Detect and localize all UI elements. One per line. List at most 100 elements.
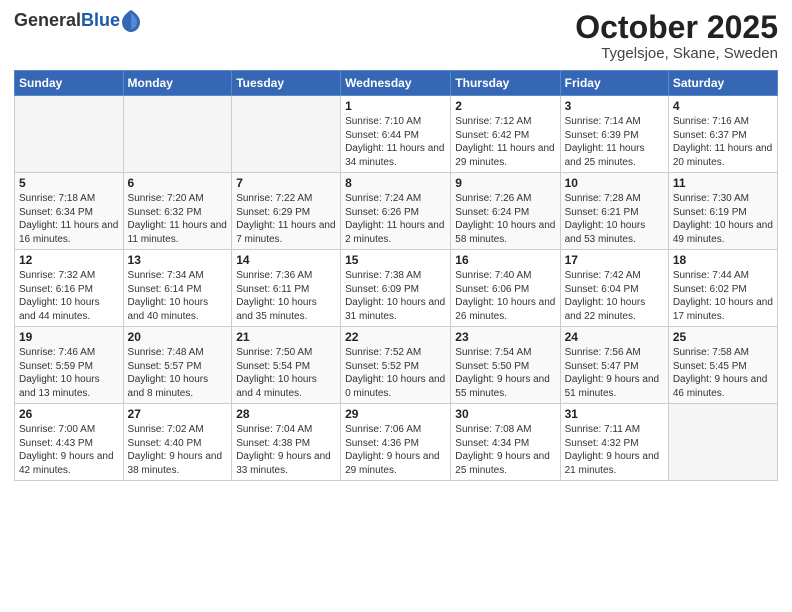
day-info: Sunrise: 7:04 AM Sunset: 4:38 PM Dayligh…: [236, 423, 336, 477]
table-row: 22Sunrise: 7:52 AM Sunset: 5:52 PM Dayli…: [341, 327, 451, 404]
calendar-table: Sunday Monday Tuesday Wednesday Thursday…: [14, 70, 778, 481]
day-info: Sunrise: 7:34 AM Sunset: 6:14 PM Dayligh…: [128, 269, 228, 323]
day-number: 12: [19, 253, 119, 267]
table-row: 7 Sunrise: 7:22 AM Sunset: 6:29 PM Daylig…: [232, 173, 341, 250]
day-number: 11: [673, 176, 773, 190]
day-info: Sunrise: 7:54 AM Sunset: 5:50 PM Dayligh…: [455, 346, 555, 400]
day-number: 31: [565, 407, 664, 421]
table-row: [15, 96, 124, 173]
day-number: 24: [565, 330, 664, 344]
col-tuesday: Tuesday: [232, 71, 341, 96]
day-info: Sunrise: 7:50 AM Sunset: 5:54 PM Dayligh…: [236, 346, 336, 400]
day-number: 26: [19, 407, 119, 421]
table-row: 2Sunrise: 7:12 AM Sunset: 6:42 PM Daylig…: [451, 96, 560, 173]
table-row: [668, 404, 777, 481]
day-number: 4: [673, 99, 773, 113]
day-info: Sunrise: 7:44 AM Sunset: 6:02 PM Dayligh…: [673, 269, 773, 323]
col-sunday: Sunday: [15, 71, 124, 96]
table-row: 12 Sunrise: 7:32 AM Sunset: 6:16 PM Dayli…: [15, 250, 124, 327]
day-number: 29: [345, 407, 446, 421]
day-number: 9: [455, 176, 555, 190]
table-row: 26 Sunrise: 7:00 AM Sunset: 4:43 PM Dayli…: [15, 404, 124, 481]
table-row: 29Sunrise: 7:06 AM Sunset: 4:36 PM Dayli…: [341, 404, 451, 481]
day-info: Sunrise: 7:00 AM Sunset: 4:43 PM Dayligh…: [19, 423, 119, 477]
calendar-week-row: 1 Sunrise: 7:10 AM Sunset: 6:44 PM Daylig…: [15, 96, 778, 173]
col-wednesday: Wednesday: [341, 71, 451, 96]
day-info: Sunrise: 7:32 AM Sunset: 6:16 PM Dayligh…: [19, 269, 119, 323]
title-block: October 2025 Tygelsjoe, Skane, Sweden: [575, 10, 778, 62]
day-info: Sunrise: 7:10 AM Sunset: 6:44 PM Dayligh…: [345, 115, 446, 169]
table-row: 20Sunrise: 7:48 AM Sunset: 5:57 PM Dayli…: [123, 327, 232, 404]
day-info: Sunrise: 7:40 AM Sunset: 6:06 PM Dayligh…: [455, 269, 555, 323]
table-row: 18 Sunrise: 7:44 AM Sunset: 6:02 PM Dayli…: [668, 250, 777, 327]
day-number: 5: [19, 176, 119, 190]
day-number: 27: [128, 407, 228, 421]
day-info: Sunrise: 7:11 AM Sunset: 4:32 PM Dayligh…: [565, 423, 664, 477]
day-info: Sunrise: 7:28 AM Sunset: 6:21 PM Dayligh…: [565, 192, 664, 246]
day-info: Sunrise: 7:56 AM Sunset: 5:47 PM Dayligh…: [565, 346, 664, 400]
day-info: Sunrise: 7:20 AM Sunset: 6:32 PM Dayligh…: [128, 192, 228, 246]
table-row: 15 Sunrise: 7:38 AM Sunset: 6:09 PM Dayli…: [341, 250, 451, 327]
header: GeneralBlue October 2025 Tygelsjoe, Skan…: [14, 10, 778, 62]
day-number: 14: [236, 253, 336, 267]
day-info: Sunrise: 7:16 AM Sunset: 6:37 PM Dayligh…: [673, 115, 773, 169]
day-number: 15: [345, 253, 446, 267]
table-row: 16 Sunrise: 7:40 AM Sunset: 6:06 PM Dayli…: [451, 250, 560, 327]
table-row: 4 Sunrise: 7:16 AM Sunset: 6:37 PM Daylig…: [668, 96, 777, 173]
day-number: 18: [673, 253, 773, 267]
day-info: Sunrise: 7:38 AM Sunset: 6:09 PM Dayligh…: [345, 269, 446, 323]
day-info: Sunrise: 7:58 AM Sunset: 5:45 PM Dayligh…: [673, 346, 773, 400]
day-info: Sunrise: 7:12 AM Sunset: 6:42 PM Dayligh…: [455, 115, 555, 169]
day-info: Sunrise: 7:14 AM Sunset: 6:39 PM Dayligh…: [565, 115, 664, 169]
day-number: 28: [236, 407, 336, 421]
table-row: 19Sunrise: 7:46 AM Sunset: 5:59 PM Dayli…: [15, 327, 124, 404]
table-row: 14 Sunrise: 7:36 AM Sunset: 6:11 PM Dayli…: [232, 250, 341, 327]
table-row: 28 Sunrise: 7:04 AM Sunset: 4:38 PM Dayli…: [232, 404, 341, 481]
day-number: 17: [565, 253, 664, 267]
logo-general-text: General: [14, 10, 81, 30]
logo-icon: [122, 10, 140, 32]
day-info: Sunrise: 7:08 AM Sunset: 4:34 PM Dayligh…: [455, 423, 555, 477]
table-row: 17Sunrise: 7:42 AM Sunset: 6:04 PM Dayli…: [560, 250, 668, 327]
logo-blue-text: Blue: [81, 10, 120, 30]
table-row: 23Sunrise: 7:54 AM Sunset: 5:50 PM Dayli…: [451, 327, 560, 404]
table-row: 8 Sunrise: 7:24 AM Sunset: 6:26 PM Daylig…: [341, 173, 451, 250]
table-row: 11Sunrise: 7:30 AM Sunset: 6:19 PM Dayli…: [668, 173, 777, 250]
table-row: 6Sunrise: 7:20 AM Sunset: 6:32 PM Daylig…: [123, 173, 232, 250]
table-row: 30 Sunrise: 7:08 AM Sunset: 4:34 PM Dayli…: [451, 404, 560, 481]
day-number: 10: [565, 176, 664, 190]
day-number: 7: [236, 176, 336, 190]
table-row: 1 Sunrise: 7:10 AM Sunset: 6:44 PM Daylig…: [341, 96, 451, 173]
calendar-week-row: 19Sunrise: 7:46 AM Sunset: 5:59 PM Dayli…: [15, 327, 778, 404]
day-info: Sunrise: 7:02 AM Sunset: 4:40 PM Dayligh…: [128, 423, 228, 477]
location: Tygelsjoe, Skane, Sweden: [575, 45, 778, 62]
day-info: Sunrise: 7:36 AM Sunset: 6:11 PM Dayligh…: [236, 269, 336, 323]
table-row: [232, 96, 341, 173]
calendar-week-row: 26 Sunrise: 7:00 AM Sunset: 4:43 PM Dayli…: [15, 404, 778, 481]
day-number: 25: [673, 330, 773, 344]
col-thursday: Thursday: [451, 71, 560, 96]
day-number: 21: [236, 330, 336, 344]
day-info: Sunrise: 7:24 AM Sunset: 6:26 PM Dayligh…: [345, 192, 446, 246]
day-info: Sunrise: 7:52 AM Sunset: 5:52 PM Dayligh…: [345, 346, 446, 400]
col-saturday: Saturday: [668, 71, 777, 96]
day-number: 30: [455, 407, 555, 421]
col-friday: Friday: [560, 71, 668, 96]
calendar-week-row: 5Sunrise: 7:18 AM Sunset: 6:34 PM Daylig…: [15, 173, 778, 250]
table-row: 31 Sunrise: 7:11 AM Sunset: 4:32 PM Dayli…: [560, 404, 668, 481]
table-row: 5Sunrise: 7:18 AM Sunset: 6:34 PM Daylig…: [15, 173, 124, 250]
day-number: 13: [128, 253, 228, 267]
table-row: 10 Sunrise: 7:28 AM Sunset: 6:21 PM Dayli…: [560, 173, 668, 250]
day-number: 16: [455, 253, 555, 267]
col-monday: Monday: [123, 71, 232, 96]
day-number: 3: [565, 99, 664, 113]
day-number: 8: [345, 176, 446, 190]
logo: GeneralBlue: [14, 10, 140, 32]
day-number: 19: [19, 330, 119, 344]
calendar-week-row: 12 Sunrise: 7:32 AM Sunset: 6:16 PM Dayli…: [15, 250, 778, 327]
day-number: 20: [128, 330, 228, 344]
table-row: 3 Sunrise: 7:14 AM Sunset: 6:39 PM Daylig…: [560, 96, 668, 173]
day-info: Sunrise: 7:22 AM Sunset: 6:29 PM Dayligh…: [236, 192, 336, 246]
table-row: 24 Sunrise: 7:56 AM Sunset: 5:47 PM Dayli…: [560, 327, 668, 404]
day-number: 1: [345, 99, 446, 113]
